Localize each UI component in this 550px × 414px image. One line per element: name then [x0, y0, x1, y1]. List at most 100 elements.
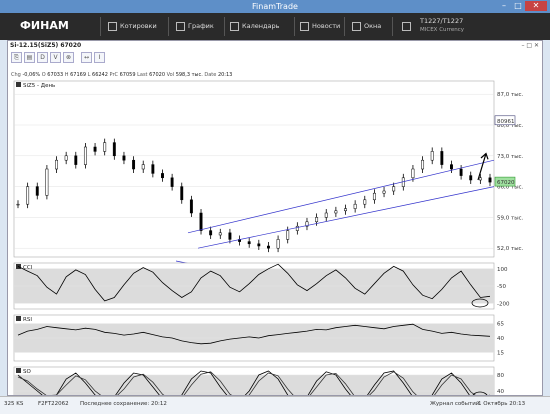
last-value: 67020	[149, 72, 166, 78]
close-button[interactable]: ✕	[525, 1, 547, 11]
toolbar-separator	[344, 17, 345, 36]
price-candle	[392, 186, 396, 192]
price-candle	[132, 159, 136, 170]
price-candle	[122, 155, 126, 161]
pane-label: RSI	[23, 317, 32, 323]
chart-area[interactable]: 87,0 тыс.80,0 тыс.73,0 тыс.66,0 тыс.59,0…	[8, 79, 542, 395]
h-value: 67169	[70, 72, 87, 78]
calendar-icon	[230, 21, 239, 31]
prc-label: PrC	[109, 72, 118, 78]
price-candle	[35, 186, 39, 196]
price-candle	[103, 142, 107, 152]
price-candle	[93, 146, 97, 152]
windows-icon	[352, 21, 361, 31]
price-candle	[344, 208, 347, 212]
price-candle	[228, 232, 232, 240]
y-tick-label: 80	[497, 373, 504, 379]
price-candle	[478, 177, 482, 181]
volume-tool-button[interactable]: V	[50, 52, 61, 63]
price-candle	[151, 164, 155, 174]
y-tick-label: 40	[497, 336, 504, 342]
remove-tool-button[interactable]: ⊗	[63, 52, 74, 63]
h-label: H	[64, 72, 69, 78]
date-label: Date	[204, 72, 217, 78]
price-candle	[315, 217, 319, 223]
l-value: 66242	[92, 72, 108, 78]
price-candle	[334, 210, 338, 214]
prc-value: 67059	[119, 72, 136, 78]
y-tick-label: 40	[497, 389, 504, 395]
y-tick-label: 65	[497, 322, 504, 328]
y-tick-label: 100	[497, 267, 508, 273]
status-ks: 325 KS	[4, 401, 24, 407]
line-tool-button[interactable]: ↔	[81, 52, 92, 63]
windows-label: Окна	[364, 22, 382, 30]
calendar-menu[interactable]: Календарь	[230, 13, 279, 40]
price-candle	[440, 151, 444, 165]
chg-value: -0,06%	[22, 72, 41, 78]
news-menu[interactable]: Новости	[300, 13, 340, 40]
vol-value: 598,3 тыс.	[175, 72, 203, 78]
windows-menu[interactable]: Окна	[352, 13, 381, 40]
quotes-menu[interactable]: Котировки	[108, 13, 157, 40]
cursor-tool-button[interactable]: I	[94, 52, 105, 63]
template-tool-button[interactable]: ▤	[24, 52, 35, 63]
price-candle	[421, 159, 425, 170]
briefcase-icon[interactable]	[402, 22, 411, 31]
price-candle	[64, 155, 68, 161]
date-value: 20:13	[217, 72, 233, 78]
price-candle	[372, 192, 376, 201]
news-icon	[300, 21, 309, 31]
minimize-button[interactable]: –	[497, 1, 511, 11]
price-candle	[450, 164, 453, 170]
chart-icon	[176, 21, 185, 31]
period-tool-button[interactable]: D	[37, 52, 48, 63]
pane-label-swatch	[16, 368, 21, 373]
price-candle	[189, 199, 193, 214]
copy-tool-button[interactable]: ⎘	[11, 52, 22, 63]
vol-label: Vol	[166, 72, 175, 78]
price-candle	[266, 245, 270, 249]
chart-window-controls[interactable]: – □ ✕	[521, 42, 539, 49]
price-candle	[112, 142, 116, 157]
chg-label: Chg	[11, 72, 21, 78]
event-log-link[interactable]: Журнал событий	[430, 401, 479, 407]
title-bar: FinamTrade – □ ✕	[0, 0, 550, 13]
y-tick-label: -200	[497, 301, 510, 307]
account-market: MICEX Currency	[420, 27, 464, 33]
finam-logo: ФИНАМ	[20, 19, 69, 32]
price-candle	[55, 159, 58, 170]
price-candle	[199, 212, 203, 231]
toolbar-separator	[294, 17, 295, 36]
status-datetime: 1 Октябрь 20:13	[478, 401, 526, 407]
maximize-button[interactable]: □	[511, 1, 525, 11]
price-candle	[363, 199, 367, 205]
price-candle	[180, 186, 184, 201]
pane-label-swatch	[16, 316, 21, 321]
price-candle	[430, 151, 434, 161]
y-tick-label: 59,0 тыс.	[497, 215, 524, 221]
account-name[interactable]: T1227/T1227	[420, 17, 463, 25]
status-saved: Последнее сохранение: 20:12	[80, 401, 167, 407]
pane-label: SiZ5 - День	[23, 83, 55, 89]
price-candle	[161, 173, 164, 179]
o-label: O	[41, 72, 46, 78]
quote-line: Chg -0,06% O 67033 H 67169 L 66242 PrC 6…	[11, 72, 232, 78]
main-toolbar: ФИНАМ Котировки График Календарь Новости…	[0, 13, 550, 40]
high-price-tag-label: 80961	[497, 119, 515, 125]
indicator-band	[14, 375, 494, 395]
calendar-label: Календарь	[242, 22, 280, 30]
pane-label-swatch	[16, 82, 21, 87]
chart-window-title: Si-12.15(SiZ5) 67020	[10, 42, 82, 49]
status-bar: 325 KS F2FT22062 Последнее сохранение: 2…	[0, 396, 550, 414]
price-candle	[459, 168, 463, 176]
chart-menu[interactable]: График	[176, 13, 214, 40]
price-candle	[26, 186, 30, 205]
toolbar-separator	[392, 17, 393, 36]
window-title: FinamTrade	[252, 2, 298, 11]
price-candle	[411, 168, 415, 179]
price-candle	[257, 243, 261, 247]
price-candle	[286, 230, 290, 240]
status-id: F2FT22062	[38, 401, 69, 407]
y-tick-label: 52,0 тыс.	[497, 246, 524, 252]
